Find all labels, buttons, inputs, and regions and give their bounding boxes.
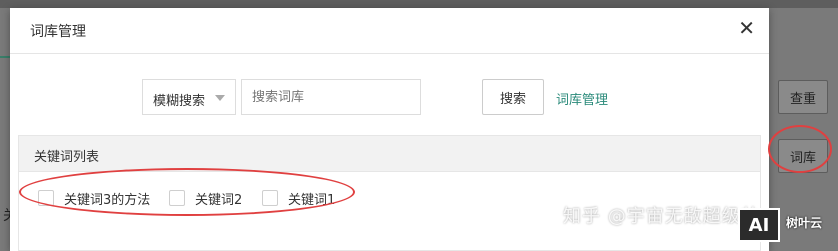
annotation-circle-library-button xyxy=(768,125,832,173)
search-mode-value: 模糊搜索 xyxy=(153,94,206,109)
badge-subtext: 树叶云 xyxy=(786,216,823,230)
ai-badge-logo: AI xyxy=(738,208,780,242)
search-input[interactable] xyxy=(241,79,421,115)
watermark-text: 知乎 @宇宙无敌超级帅 xyxy=(563,206,760,227)
chevron-down-icon xyxy=(215,95,225,101)
keyword-list-title: 关键词列表 xyxy=(34,150,100,165)
library-management-link[interactable]: 词库管理 xyxy=(556,89,608,108)
modal-header: 词库管理 ✕ xyxy=(10,8,769,54)
keyword-list-header: 关键词列表 xyxy=(19,136,760,172)
search-mode-select[interactable]: 模糊搜索 xyxy=(142,79,236,115)
modal-title: 词库管理 xyxy=(30,24,86,40)
close-icon[interactable]: ✕ xyxy=(738,18,755,38)
background-topbar xyxy=(0,0,838,8)
annotation-circle-keywords xyxy=(19,168,355,216)
search-button[interactable]: 搜索 xyxy=(482,79,544,115)
check-duplicate-button[interactable]: 查重 xyxy=(778,80,828,114)
